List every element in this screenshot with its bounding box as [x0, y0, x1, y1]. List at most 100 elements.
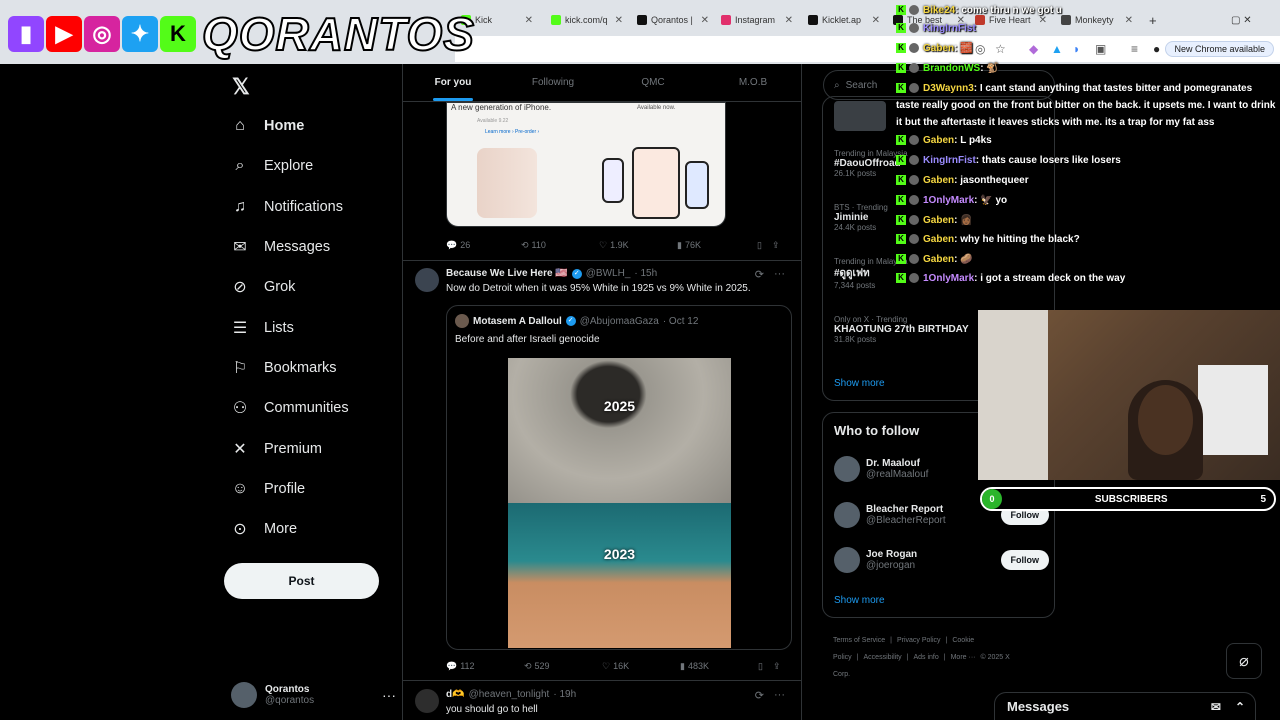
trend-item[interactable]: Only on X · Trending KHAOTUNG 27th BIRTHD… — [834, 315, 969, 344]
streamer-logos: ▮ ▶ ◎ ✦ K QORANTOS — [8, 7, 475, 61]
browser-tab[interactable]: Kicklet.ap ✕ — [802, 8, 886, 32]
follow-show-more[interactable]: Show more — [834, 595, 885, 606]
bookmark-icon[interactable]: ▯ — [757, 237, 762, 253]
chevron-up-icon[interactable]: ⌃ — [1235, 700, 1245, 714]
footer-link[interactable]: Privacy Policy — [897, 637, 941, 644]
search-icon: ⌕ — [834, 79, 840, 91]
repost-button[interactable]: ⟲ 110 — [521, 237, 599, 253]
views-button[interactable]: ▮ 483K — [680, 658, 758, 674]
nav-item-grok[interactable]: ⊘ Grok — [230, 275, 295, 299]
tab-qmc[interactable]: QMC — [603, 64, 703, 101]
close-tab-icon[interactable]: ✕ — [701, 15, 709, 26]
browser-tab[interactable]: Qorantos | ✕ — [631, 8, 715, 32]
bookmark-icon[interactable]: ▯ — [758, 658, 763, 674]
nav-item-label: Premium — [264, 441, 323, 457]
follow-suggestion[interactable]: Joe Rogan @joerogan Follow — [834, 544, 1049, 576]
x-logo-icon[interactable]: 𝕏 — [232, 74, 250, 100]
close-tab-icon[interactable]: ✕ — [525, 15, 533, 26]
tab-following[interactable]: Following — [503, 64, 603, 101]
quote-time: · Oct 12 — [662, 315, 699, 327]
quoted-tweet[interactable]: Motasem A Dalloul ✓ @AbujomaaGaza · Oct … — [446, 305, 792, 650]
verified-badge-icon: ✓ — [565, 316, 576, 326]
satellite-2023-image: 2023 — [508, 503, 731, 648]
grok-icon[interactable]: ⟳ — [755, 268, 764, 281]
repost-button[interactable]: ⟲ 529 — [524, 658, 602, 674]
user-badge-icon — [909, 254, 919, 265]
compose-message-icon[interactable]: ✉ — [1211, 700, 1221, 714]
nav-item-more[interactable]: ⊙ More — [230, 517, 297, 541]
chat-username: D3Waynn3 — [923, 83, 974, 94]
footer-link[interactable]: Terms of Service — [833, 637, 885, 644]
footer-link[interactable]: Ads info — [913, 654, 938, 661]
account-switcher[interactable]: Qorantos @qorantos ··· — [231, 678, 396, 712]
footer-link[interactable]: More ··· — [951, 654, 976, 661]
chat-username: Bike24 — [923, 5, 956, 16]
phone-image — [632, 147, 680, 219]
tweet-header: Because We Live Here 🇺🇸 ✓ @BWLH_ · 15h — [446, 268, 657, 279]
reply-button[interactable]: 💬 112 — [446, 658, 524, 674]
trend-ctx: Only on X · Trending — [834, 315, 908, 324]
like-button[interactable]: ♡ 1.9K — [599, 237, 677, 253]
browser-tab[interactable]: Instagram ✕ — [715, 8, 799, 32]
more-dots-icon[interactable]: ··· — [774, 268, 785, 281]
avatar[interactable] — [415, 689, 439, 713]
trend-item[interactable]: BTS · Trending Jiminie 24.4K posts — [834, 203, 888, 232]
profile-icon: ☺ — [231, 480, 249, 497]
browser-tab-label: Kick — [475, 15, 493, 25]
more-dots-icon[interactable]: ··· — [774, 689, 785, 702]
post-button[interactable]: Post — [224, 563, 379, 599]
tab-mob[interactable]: M.O.B — [703, 64, 801, 101]
author-name[interactable]: Because We Live Here 🇺🇸 — [446, 268, 568, 279]
footer-link[interactable]: Accessibility — [864, 654, 902, 661]
like-button[interactable]: ♡ 16K — [602, 658, 680, 674]
close-tab-icon[interactable]: ✕ — [785, 15, 793, 26]
nav-item-label: Grok — [264, 279, 296, 295]
nav-item-notifications[interactable]: ♫ Notifications — [230, 195, 343, 219]
tweet-time[interactable]: · 15h — [634, 268, 657, 279]
kick-badge-icon: K — [896, 155, 906, 166]
share-icon[interactable]: ⇪ — [773, 658, 781, 674]
chat-message: K BrandonWS: 🐒 — [896, 60, 1276, 77]
reply-button[interactable]: 💬 26 — [446, 237, 521, 253]
author-handle[interactable]: @BWLH_ — [586, 268, 631, 279]
divider — [403, 680, 801, 681]
author-name[interactable]: d🫶 — [446, 689, 465, 700]
tweet-media-image[interactable]: A new generation of iPhone. Available 9.… — [446, 102, 726, 227]
chat-text: : 🥔 — [954, 254, 973, 265]
user-badge-icon — [909, 175, 919, 186]
trend-count: 31.8K posts — [834, 335, 877, 344]
close-tab-icon[interactable]: ✕ — [872, 15, 880, 26]
close-tab-icon[interactable]: ✕ — [615, 15, 623, 26]
user-badge-icon — [909, 83, 919, 94]
tweet-time[interactable]: · 19h — [553, 689, 576, 700]
grok-icon[interactable]: ⌀ — [1226, 643, 1262, 679]
nav-item-bookmarks[interactable]: ⚐ Bookmarks — [230, 356, 337, 380]
nav-item-lists[interactable]: ☰ Lists — [230, 316, 294, 340]
trends-show-more[interactable]: Show more — [834, 378, 885, 389]
nav-item-explore[interactable]: ⌕ Explore — [230, 154, 314, 178]
avatar[interactable] — [415, 268, 439, 292]
satellite-comparison-image[interactable]: 2025 2023 — [508, 358, 731, 648]
media-right-text: Available now. — [637, 105, 676, 111]
nav-item-label: Profile — [264, 481, 306, 497]
nav-item-profile[interactable]: ☺ Profile — [230, 477, 305, 501]
nav-item-home[interactable]: ⌂ Home — [230, 114, 304, 138]
nav-item-label: Bookmarks — [264, 360, 337, 376]
messages-dock[interactable]: Messages ✉ ⌃ — [994, 692, 1256, 720]
nav-item-premium[interactable]: ✕ Premium — [230, 437, 322, 461]
browser-tab-label: Qorantos | — [651, 15, 693, 25]
nav-item-messages[interactable]: ✉ Messages — [230, 235, 330, 259]
grok-icon[interactable]: ⟳ — [755, 689, 764, 702]
author-handle[interactable]: @heaven_tonlight — [469, 689, 550, 700]
feed-tabs: For you Following QMC M.O.B — [403, 64, 801, 102]
follow-button[interactable]: Follow — [1000, 550, 1049, 570]
tab-for-you[interactable]: For you — [403, 64, 503, 101]
views-button[interactable]: ▮ 76K — [677, 237, 757, 253]
avatar — [834, 456, 860, 482]
share-icon[interactable]: ⇪ — [772, 237, 780, 253]
browser-tab[interactable]: kick.com/q ✕ — [545, 8, 629, 32]
more-dots-icon[interactable]: ··· — [382, 687, 396, 703]
nav-item-communities[interactable]: ⚇ Communities — [230, 396, 349, 420]
chat-message: K Gaben: 🥔 — [896, 251, 1276, 268]
news-thumbnail[interactable] — [834, 101, 886, 131]
